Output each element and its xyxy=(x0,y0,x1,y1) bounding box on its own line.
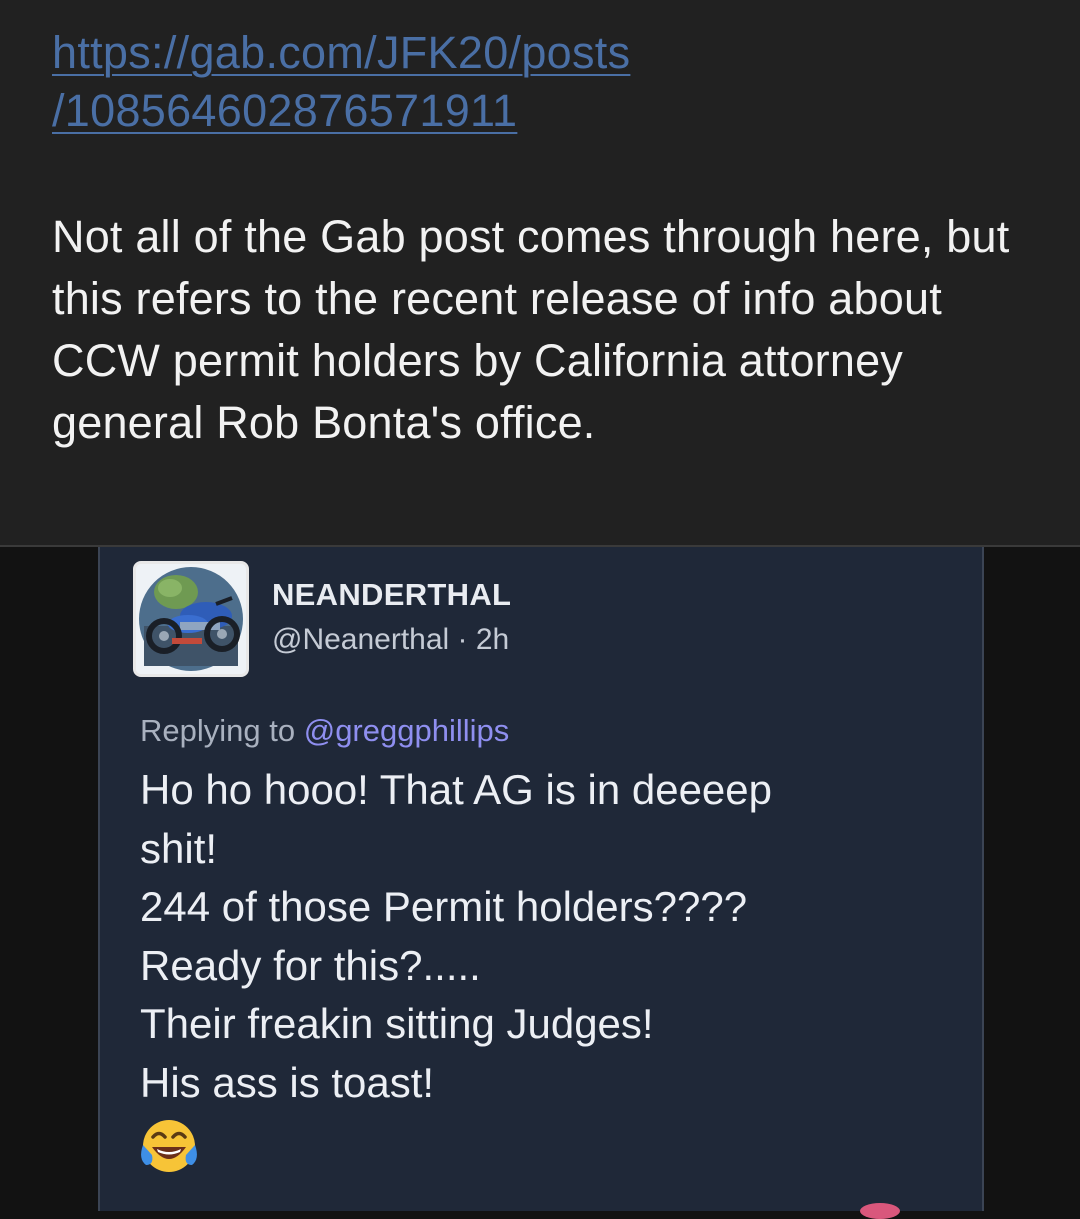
post-line: Ho ho hooo! That AG is in deeeep xyxy=(140,766,773,813)
author-handle-timestamp: @Neanerthal · 2h xyxy=(272,623,510,656)
replying-to: Replying to @greggphillips xyxy=(140,713,509,749)
post-line: shit! xyxy=(140,824,218,872)
message-body: Not all of the Gab post comes through he… xyxy=(52,211,1010,448)
post-line: Ready for this?..... xyxy=(140,941,481,989)
post-line: 244 of those Permit holders???? xyxy=(140,883,748,930)
embedded-post-screenshot: NEANDERTHAL @Neanerthal · 2h Replying to… xyxy=(98,547,984,1219)
tears-of-joy-emoji-icon xyxy=(138,1115,200,1182)
gab-post-link[interactable]: https://gab.com/JFK20/posts /10856460287… xyxy=(52,24,812,140)
motorcycle-avatar-icon xyxy=(136,564,246,674)
chat-message: https://gab.com/JFK20/posts /10856460287… xyxy=(0,0,1080,545)
avatar xyxy=(133,561,249,677)
post-content: Ho ho hooo! That AG is in deeeep shit! 2… xyxy=(140,761,970,1112)
link-line-2[interactable]: /108564602876571911 xyxy=(52,82,812,140)
reply-mention-link[interactable]: @greggphillips xyxy=(304,713,510,748)
author-name[interactable]: NEANDERTHAL xyxy=(272,577,511,613)
post-line: Their freakin sitting Judges! xyxy=(140,1000,654,1047)
cropped-reaction-icon xyxy=(860,1203,900,1219)
replying-prefix: Replying to xyxy=(140,713,304,748)
link-line-1[interactable]: https://gab.com/JFK20/posts xyxy=(52,24,812,82)
post-line: His ass is toast! xyxy=(140,1058,435,1106)
